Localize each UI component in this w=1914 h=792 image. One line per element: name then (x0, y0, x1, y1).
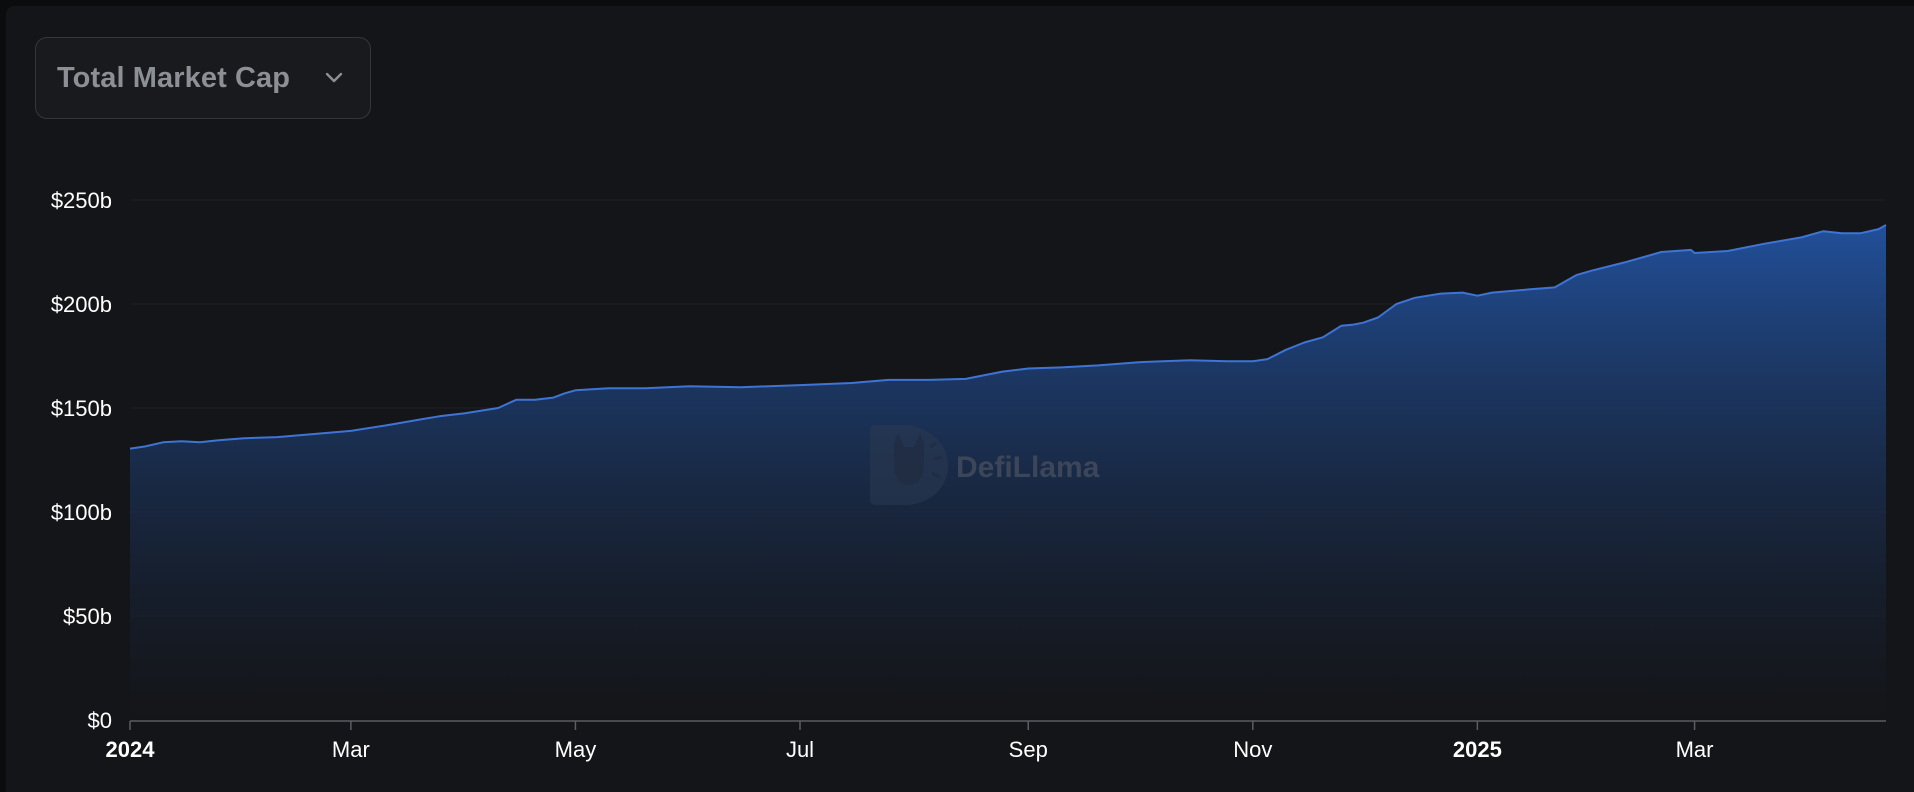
y-tick-label: $150b (51, 396, 112, 421)
x-tick-label: Jul (786, 737, 814, 762)
watermark-text: DefiLlama (956, 451, 1100, 484)
y-tick-label: $50b (63, 604, 112, 629)
y-tick-label: $100b (51, 500, 112, 525)
x-tick-label: Nov (1233, 737, 1272, 762)
x-tick-label: 2024 (106, 737, 156, 762)
market-cap-chart[interactable]: DefiLlama $0 $50b $100b $150b $200b $250b 2024… (6, 6, 1914, 792)
x-tick-label: Sep (1009, 737, 1048, 762)
x-tick-label: 2025 (1453, 737, 1502, 762)
x-tick-label: May (555, 737, 597, 762)
y-tick-label: $200b (51, 292, 112, 317)
chart-panel: Total Market Cap DefiLlama $0 $50b $100b $1… (6, 6, 1914, 792)
x-tick-label: Mar (1676, 737, 1714, 762)
y-tick-label: $250b (51, 188, 112, 213)
y-tick-label: $0 (88, 708, 112, 733)
x-tick-label: Mar (332, 737, 370, 762)
